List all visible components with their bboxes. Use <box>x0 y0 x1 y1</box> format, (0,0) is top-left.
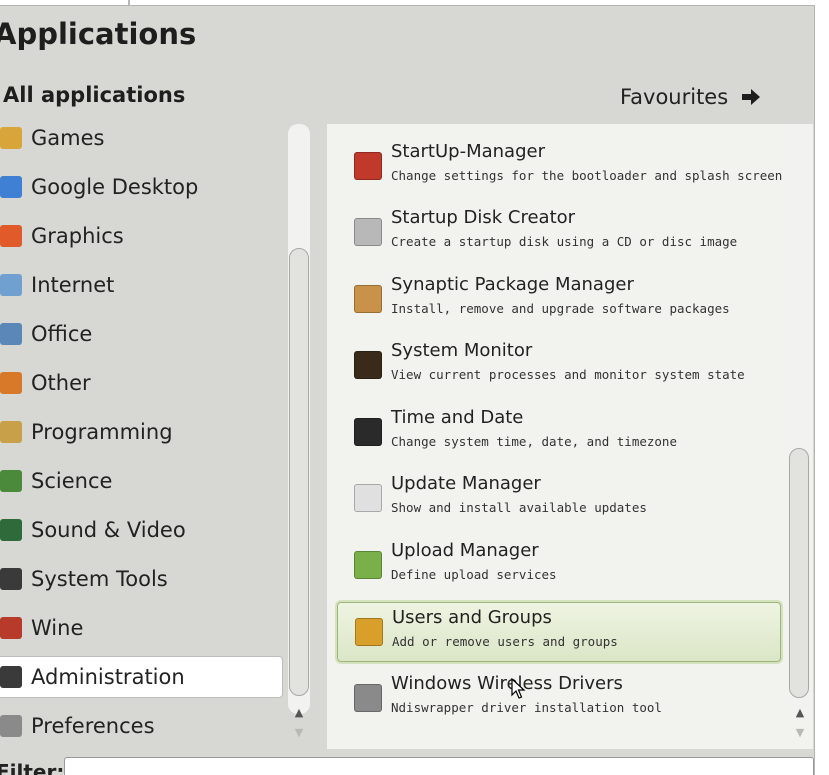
application-name: Users and Groups <box>392 607 552 628</box>
application-description: Change settings for the bootloader and s… <box>391 167 783 183</box>
category-list: Games Google Desktop Graphics Internet Offic… <box>0 124 312 749</box>
application-description: Create a startup disk using a CD or disc… <box>391 234 738 249</box>
application-item[interactable]: Upload Manager Define upload services <box>337 536 781 596</box>
category-item[interactable]: Science <box>0 460 283 502</box>
category-item[interactable]: Administration <box>0 656 283 698</box>
category-item[interactable]: Preferences <box>0 705 283 747</box>
application-description: Ndiswrapper driver installation tool <box>391 699 662 715</box>
category-item[interactable]: Graphics <box>0 215 283 257</box>
filter-label: Filter: <box>0 760 65 775</box>
other-icon <box>0 372 22 394</box>
category-item[interactable]: Other <box>0 362 283 404</box>
category-label: Science <box>31 469 113 493</box>
office-icon <box>0 323 22 345</box>
category-label: Graphics <box>31 224 124 248</box>
startup-manager-icon <box>354 151 382 180</box>
programming-icon <box>0 421 22 443</box>
games-icon <box>0 127 22 149</box>
category-scroll-up-arrow[interactable]: ▲ <box>292 707 306 719</box>
update-manager-icon <box>354 484 382 512</box>
google-desktop-icon <box>0 176 22 198</box>
category-item[interactable]: Internet <box>0 264 283 306</box>
favourites-button[interactable]: Favourites <box>620 82 770 112</box>
application-name: Time and Date <box>391 406 524 428</box>
application-description: View current processes and monitor syste… <box>391 367 745 382</box>
synaptic-icon <box>354 284 382 313</box>
startup-disk-creator-icon <box>354 218 382 246</box>
category-label: Internet <box>31 273 115 297</box>
science-icon <box>0 470 22 492</box>
application-item[interactable]: Time and Date Change system time, date, a… <box>337 403 781 463</box>
application-name: Update Manager <box>391 473 541 494</box>
application-item[interactable]: Users and Groups Add or remove users and … <box>337 602 781 662</box>
users-groups-icon <box>355 618 383 646</box>
filter-input[interactable] <box>64 757 814 775</box>
category-label: Sound & Video <box>31 518 186 542</box>
category-label: Other <box>31 371 91 395</box>
system-monitor-icon <box>354 351 382 379</box>
application-description: Add or remove users and groups <box>392 634 618 649</box>
preferences-icon <box>0 715 22 737</box>
internet-icon <box>0 274 22 296</box>
mouse-pointer-icon <box>511 678 526 699</box>
application-description: Change system time, date, and timezone <box>391 433 677 449</box>
category-item[interactable]: System Tools <box>0 558 283 600</box>
application-scroll-up-arrow[interactable]: ▲ <box>793 707 807 719</box>
application-name: StartUp-Manager <box>391 140 545 162</box>
application-name: Synaptic Package Manager <box>391 273 634 295</box>
application-name: Windows Wireless Drivers <box>391 672 623 694</box>
graphics-icon <box>0 225 22 247</box>
favourites-label: Favourites <box>620 85 729 109</box>
application-name: System Monitor <box>391 340 533 361</box>
wine-icon <box>0 617 22 639</box>
application-scroll-down-arrow[interactable]: ▼ <box>793 727 807 739</box>
category-label: Wine <box>31 616 84 640</box>
application-name: Startup Disk Creator <box>391 207 576 228</box>
application-item[interactable]: Synaptic Package Manager Install, remove … <box>337 270 781 330</box>
application-list: Configure the sources for installable so… <box>327 124 813 749</box>
panel-right-edge <box>815 5 829 775</box>
application-name: Upload Manager <box>391 539 539 561</box>
wireless-drivers-icon <box>354 683 382 712</box>
category-item[interactable]: Office <box>0 313 283 355</box>
system-tools-icon <box>0 568 22 590</box>
application-description: Define upload services <box>391 566 557 582</box>
menu-title: Applications <box>0 17 197 51</box>
application-item[interactable]: System Monitor View current processes and… <box>337 336 781 396</box>
category-scrollbar-thumb[interactable] <box>289 248 309 696</box>
category-item[interactable]: Google Desktop <box>0 166 283 208</box>
category-item[interactable]: Sound & Video <box>0 509 283 551</box>
administration-icon <box>0 666 22 688</box>
category-label: Programming <box>31 420 173 444</box>
category-label: Office <box>31 322 93 346</box>
application-item[interactable]: StartUp-Manager Change settings for the b… <box>337 137 783 197</box>
arrow-right-icon <box>742 89 761 105</box>
application-description: Install, remove and upgrade software pac… <box>391 300 730 316</box>
category-label: Google Desktop <box>31 175 199 199</box>
application-item[interactable]: Startup Disk Creator Create a startup dis… <box>337 203 781 263</box>
upload-manager-icon <box>354 550 382 579</box>
all-applications-heading: All applications <box>3 83 186 107</box>
time-date-icon <box>354 417 382 446</box>
category-scroll-down-arrow[interactable]: ▼ <box>292 727 306 739</box>
application-item[interactable]: Windows Wireless Drivers Ndiswrapper driv… <box>337 669 781 729</box>
application-scrollbar-thumb[interactable] <box>789 448 809 698</box>
category-label: Games <box>31 126 105 150</box>
category-item[interactable]: Programming <box>0 411 283 453</box>
category-item[interactable]: Wine <box>0 607 283 649</box>
application-item[interactable]: Update Manager Show and install available… <box>337 469 781 529</box>
category-label: System Tools <box>31 567 168 591</box>
sound-video-icon <box>0 519 22 541</box>
category-label: Administration <box>31 665 185 689</box>
application-item[interactable]: Configure the sources for installable so… <box>337 124 781 130</box>
application-description: Show and install available updates <box>391 500 647 515</box>
category-item[interactable]: Games <box>0 124 283 159</box>
category-label: Preferences <box>31 714 155 738</box>
